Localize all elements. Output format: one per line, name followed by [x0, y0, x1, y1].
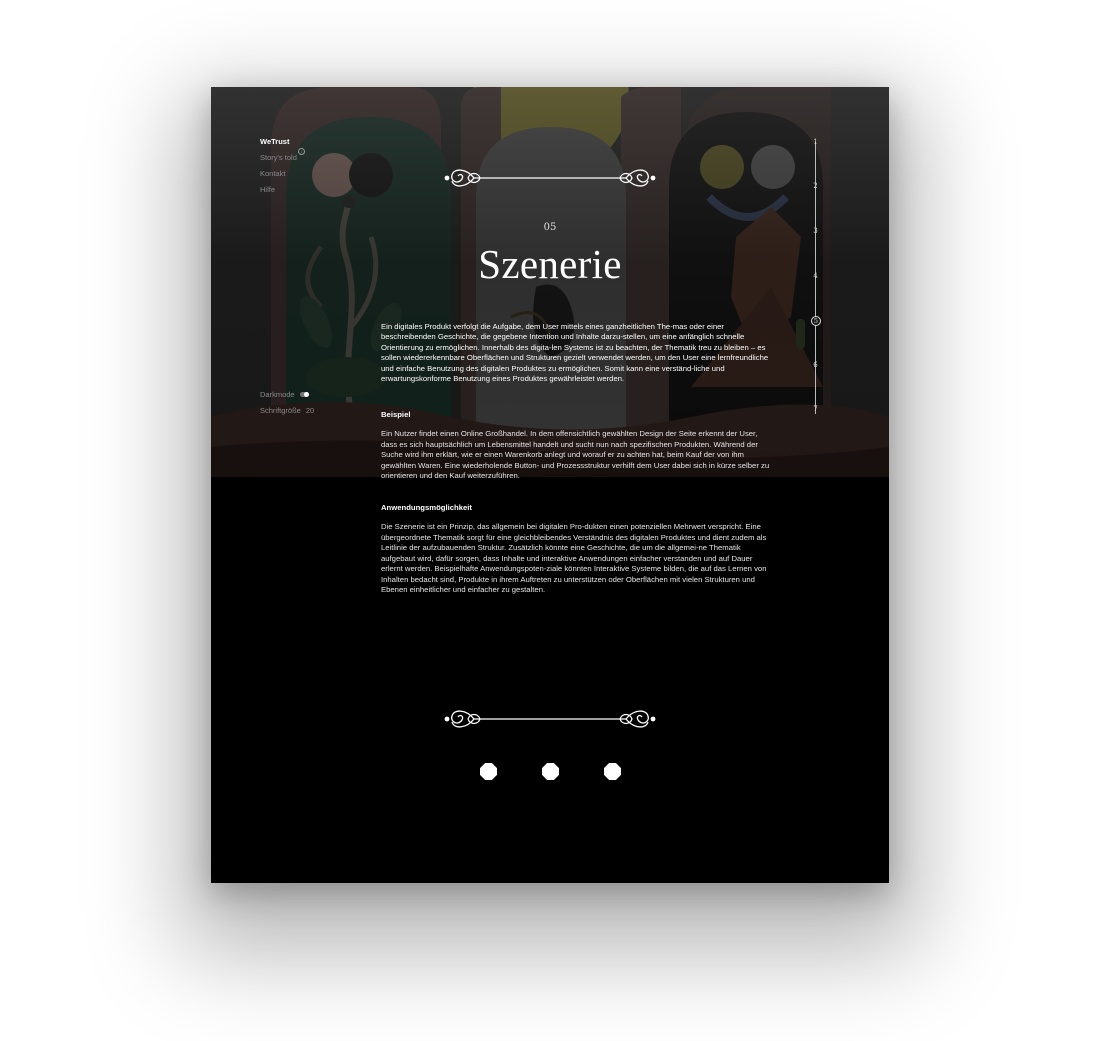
chapter-link-2[interactable]: 2	[809, 182, 822, 190]
nav-brand-wetrust[interactable]: WeTrust	[260, 137, 297, 146]
darkmode-toggle[interactable]	[299, 392, 309, 397]
nav-item-storys-told[interactable]: Story's told i	[260, 148, 305, 162]
nav-item-kontakt[interactable]: Kontakt	[260, 169, 297, 178]
fontsize-label: Schriftgröße	[260, 406, 301, 415]
octagon-dot-icon-1[interactable]	[480, 763, 497, 780]
fontsize-value[interactable]: 20	[306, 406, 314, 415]
section-heading-beispiel: Beispiel	[381, 410, 411, 420]
section-text-beispiel: Ein Nutzer findet einen Online Großhande…	[381, 429, 770, 481]
main-nav: WeTrust Story's told i Kontakt Hilfe	[260, 137, 305, 201]
page-card: WeTrust Story's told i Kontakt Hilfe Dar…	[211, 87, 889, 883]
darkmode-setting: Darkmode	[260, 390, 314, 399]
article-content: Ein digitales Produkt verfolgt die Aufga…	[381, 322, 771, 595]
chapter-link-5-current[interactable]: 5	[811, 316, 821, 326]
chapter-link-1[interactable]: 1	[809, 138, 822, 146]
chapter-link-6[interactable]: 6	[809, 361, 822, 369]
section-text-anwendung: Die Szenerie ist ein Prinzip, das allgem…	[381, 522, 767, 594]
nav-item-hilfe[interactable]: Hilfe	[260, 185, 297, 194]
nav-item-label: Story's told	[260, 153, 297, 162]
fontsize-setting: Schriftgröße 20	[260, 406, 314, 415]
chapter-number: 05	[543, 222, 557, 233]
display-settings: Darkmode Schriftgröße 20	[260, 390, 314, 422]
octagon-dot-icon-3[interactable]	[604, 763, 621, 780]
ornamental-divider-icon	[444, 169, 656, 187]
ornamental-divider-icon	[444, 710, 656, 728]
info-icon[interactable]: i	[297, 148, 305, 155]
intro-paragraph: Ein digitales Produkt verfolgt die Aufga…	[381, 322, 769, 384]
section-heading-anwendung: Anwendungsmöglichkeit	[381, 503, 472, 513]
octagon-dot-icon-2[interactable]	[542, 763, 559, 780]
darkmode-label: Darkmode	[260, 390, 295, 399]
chapter-link-7[interactable]: 7	[809, 405, 822, 413]
page-title: Szenerie	[478, 241, 622, 287]
